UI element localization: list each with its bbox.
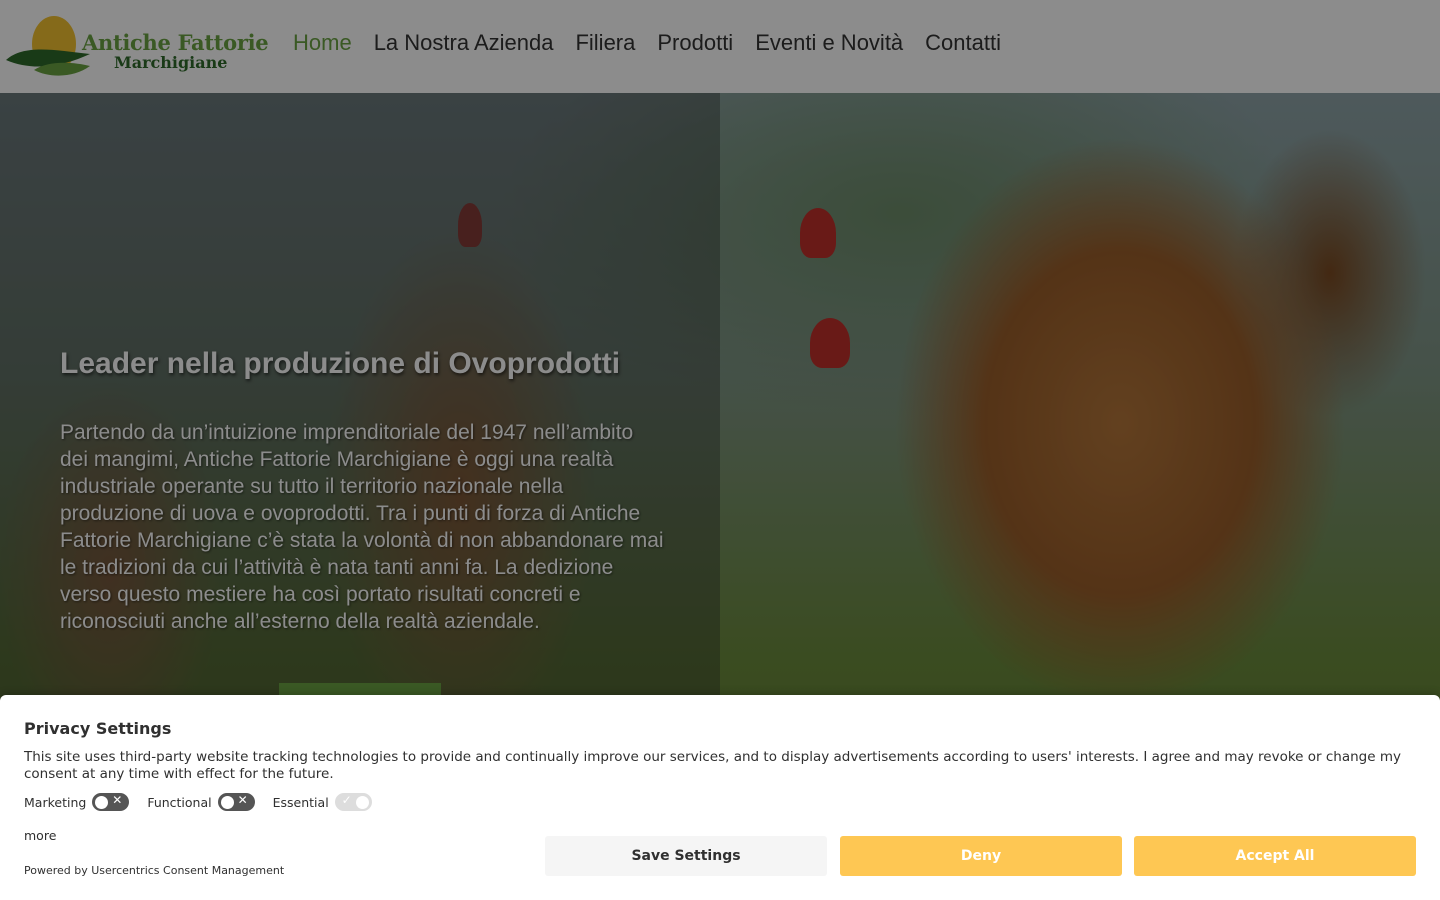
- functional-toggle[interactable]: ✕: [217, 793, 255, 811]
- toggle-group-essential: Essential ✓: [273, 793, 372, 811]
- toggle-group-marketing: Marketing ✕: [24, 793, 130, 811]
- privacy-consent-banner: Privacy Settings This site uses third-pa…: [0, 695, 1440, 900]
- toggle-knob: [355, 795, 369, 809]
- powered-by-text: Powered by Usercentrics Consent Manageme…: [24, 864, 285, 877]
- consent-title: Privacy Settings: [24, 719, 172, 738]
- toggle-label-marketing: Marketing: [24, 794, 87, 810]
- consent-toggles: Marketing ✕ Functional ✕ Essential ✓: [24, 793, 390, 811]
- toggle-knob: [220, 795, 234, 809]
- accept-all-button[interactable]: Accept All: [1134, 836, 1416, 876]
- deny-button[interactable]: Deny: [840, 836, 1122, 876]
- close-icon: ✕: [112, 793, 123, 807]
- toggle-group-functional: Functional ✕: [147, 793, 255, 811]
- toggle-label-functional: Functional: [147, 794, 212, 810]
- consent-description: This site uses third-party website track…: [24, 749, 1401, 782]
- marketing-toggle[interactable]: ✕: [92, 793, 130, 811]
- more-link[interactable]: more: [24, 828, 56, 843]
- close-icon: ✕: [237, 793, 248, 807]
- save-settings-button[interactable]: Save Settings: [545, 836, 827, 876]
- essential-toggle: ✓: [334, 793, 372, 811]
- toggle-label-essential: Essential: [272, 794, 329, 810]
- check-icon: ✓: [341, 793, 352, 807]
- toggle-knob: [95, 795, 109, 809]
